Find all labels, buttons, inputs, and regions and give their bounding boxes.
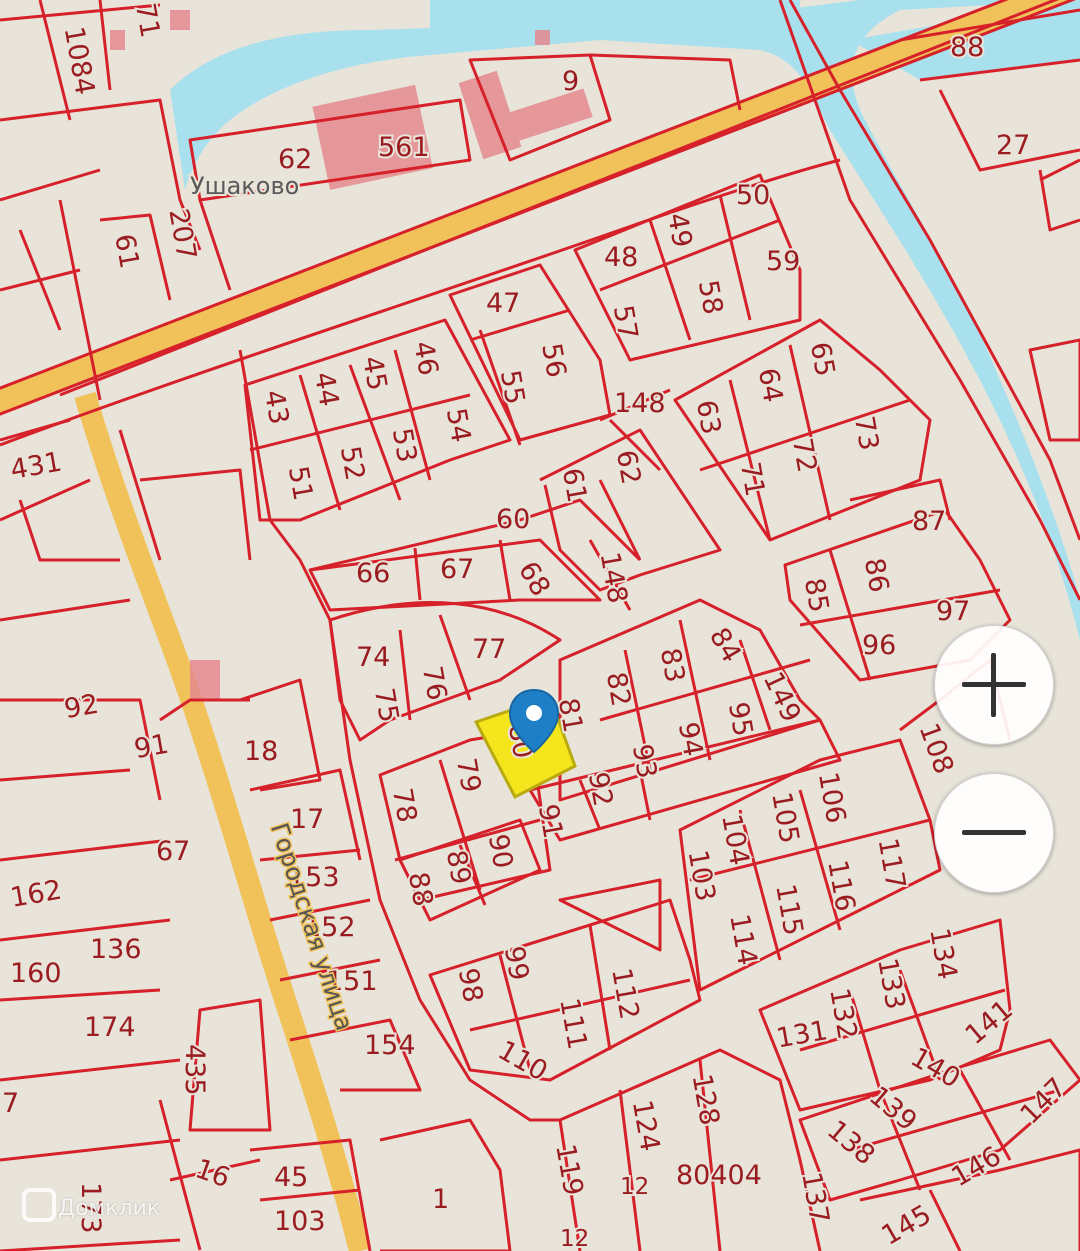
parcel-label: 56 [535,341,571,380]
parcel-label: 92 [62,689,101,725]
parcel-label: 71 [129,1,165,40]
parcel-label: 88 [402,870,438,909]
parcel-label: 71 [734,460,770,499]
parcel-label: 63 [690,398,726,437]
parcel-label: 91 [132,729,171,765]
parcel-label: 91 [532,802,568,841]
parcel-label: 7 [2,1088,19,1119]
parcel-label: 45 [274,1162,308,1193]
parcel-label: 154 [364,1030,416,1061]
parcel-label: 12 [620,1174,649,1200]
parcel-label: 96 [862,630,896,661]
parcel-label: 76 [416,664,452,703]
parcel-label: 48 [604,242,638,273]
parcel-label: 61 [556,466,592,505]
parcel-label: 79 [450,756,486,795]
parcel-label: 67 [440,554,474,585]
parcel-label: 43 [258,388,294,427]
parcel-label: 88 [950,32,984,63]
parcel-label: 87 [912,506,946,537]
parcel-label: 82 [600,670,636,709]
parcel-label: 435 [179,1044,210,1096]
parcel-label: 74 [356,642,390,673]
parcel-label: 55 [494,368,530,407]
parcel-label: 45 [356,354,392,393]
parcel-label: 160 [10,958,62,989]
cadastral-map[interactable]: 1084 71 9 88 62 561 27 Ушаково 61 207 50… [0,0,1080,1251]
parcel-label: 97 [936,596,970,627]
parcel-label: 103 [274,1206,326,1237]
parcel-label: 60 [496,504,530,535]
parcel-label: 77 [472,634,506,665]
parcel-label: 57 [607,303,643,342]
parcel-label: 46 [407,339,443,378]
parcel-label: 9 [562,66,579,97]
watermark-logo-icon [22,1188,56,1222]
place-label-ushakovo: Ушаково [190,172,299,200]
parcel-label: 83 [654,646,690,685]
parcel-label: 561 [378,132,430,163]
zoom-out-button[interactable] [934,773,1054,893]
parcel-label: 98 [452,966,488,1005]
parcel-label: 54 [440,406,476,445]
parcel-label: 58 [692,278,728,317]
parcel-label: 66 [356,558,390,589]
parcel-label: 174 [84,1012,136,1043]
parcel-label: 12 [560,1226,589,1251]
parcel-label: 64 [752,366,788,405]
parcel-label: 65 [804,340,840,379]
parcel-label: 72 [786,436,822,475]
parcel-label: 75 [368,686,404,725]
parcel-label: 44 [308,370,344,409]
parcel-label: 62 [278,144,312,175]
parcel-label: 47 [486,288,520,319]
parcel-label: 62 [610,448,646,487]
parcel-label: 89 [440,848,476,887]
parcel-label: 94 [672,720,708,759]
parcel-label: 53 [386,426,422,465]
parcel-label: 78 [386,786,422,825]
parcel-label: 148 [614,388,666,419]
parcel-label: 73 [848,414,884,453]
parcel-label: 90 [482,832,518,871]
parcel-label: 49 [661,211,697,250]
parcel-label: 92 [582,770,618,809]
parcel-label: 1 [432,1184,449,1215]
parcel-label: 67 [156,836,190,867]
parcel-label: 136 [90,934,142,965]
parcel-label: 59 [766,246,800,277]
parcel-label: 86 [858,556,894,595]
parcel-label: 27 [996,130,1030,161]
parcel-label: 52 [334,444,370,483]
parcel-label: 50 [736,180,770,211]
cadastral-block-label: 80404 [676,1160,762,1191]
watermark: Домклик [58,1196,161,1221]
parcel-label: 93 [626,742,662,781]
zoom-in-button[interactable] [934,625,1054,745]
parcel-label: 51 [282,464,318,503]
parcel-label: 61 [108,232,144,271]
parcel-label: 99 [498,944,534,983]
parcel-label: 95 [722,700,758,739]
parcel-label: 85 [798,576,834,615]
map-canvas[interactable]: 1084 71 9 88 62 561 27 Ушаково 61 207 50… [0,0,1080,1251]
parcel-label: 18 [244,736,278,767]
